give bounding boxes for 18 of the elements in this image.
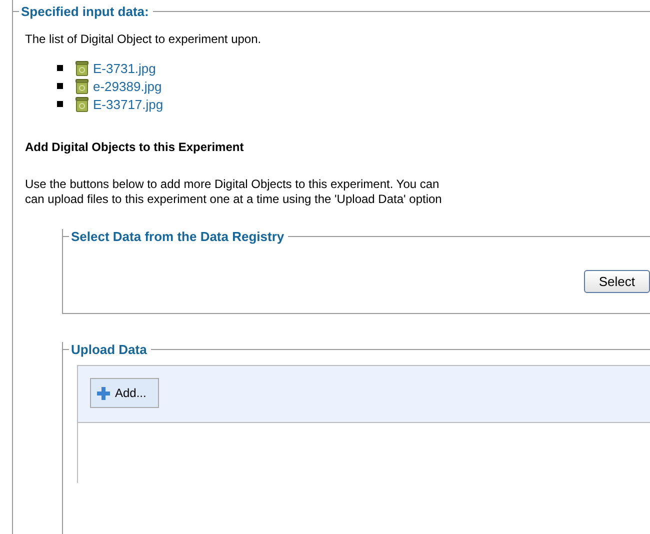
instructions-text: Use the buttons below to add more Digital Objects to this experiment. You can can upload files to this experiment one at a time using the 'Upload Data' option	[25, 177, 443, 207]
plus-icon	[97, 386, 110, 400]
jar-icon	[75, 96, 89, 112]
bullet-icon	[57, 65, 63, 71]
panel-legend: Select Data from the Data Registry	[69, 229, 288, 244]
file-link[interactable]: E-3731.jpg	[93, 60, 156, 76]
intro-text: The list of Digital Object to experiment upon.	[25, 32, 262, 46]
bullet-icon	[57, 83, 63, 89]
file-link[interactable]: E-33717.jpg	[93, 96, 164, 112]
add-button[interactable]: Add...	[90, 378, 160, 408]
section-heading: Add Digital Objects to this Experiment	[25, 140, 245, 154]
bullet-icon	[57, 101, 63, 107]
file-link[interactable]: e-29389.jpg	[93, 78, 162, 94]
jar-icon	[75, 60, 89, 76]
jar-icon	[75, 78, 89, 94]
select-button[interactable]: Select	[584, 270, 650, 293]
section-legend: Specified input data:	[19, 4, 153, 19]
panel-legend: Upload Data	[69, 342, 151, 357]
